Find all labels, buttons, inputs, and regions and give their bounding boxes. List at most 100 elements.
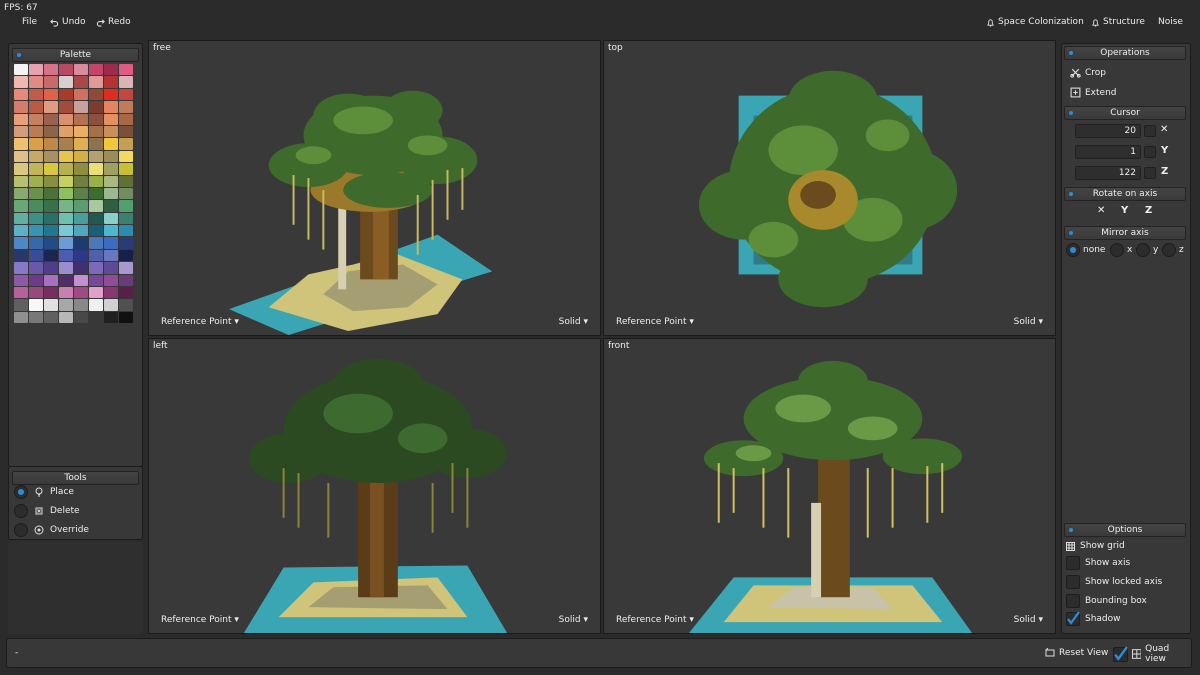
palette-swatch[interactable] [104,76,118,88]
palette-swatch[interactable] [59,150,73,163]
palette-swatch[interactable] [14,76,28,88]
palette-swatch[interactable] [119,274,133,287]
palette-swatch[interactable] [119,64,133,76]
palette-swatch[interactable] [29,113,43,125]
palette-swatch[interactable] [104,287,118,299]
palette-swatch[interactable] [44,200,58,212]
palette-swatch[interactable] [89,175,103,187]
render-mode-dropdown[interactable]: Solid ▾ [1014,317,1043,327]
palette-swatch[interactable] [89,212,103,225]
tool-override[interactable]: Override [14,523,89,537]
viewport-front[interactable]: front Reference Point ▾ Solid ▾ [603,338,1056,634]
palette-swatch[interactable] [119,287,133,299]
palette-swatch[interactable] [89,150,103,163]
bounding-box-option[interactable]: Bounding box [1066,594,1147,608]
place-radio[interactable] [14,485,28,499]
tool-place[interactable]: Place [14,485,74,499]
palette-swatch[interactable] [89,88,103,101]
mirror-none-radio[interactable] [1066,243,1080,257]
extend-button[interactable]: Extend [1070,87,1117,98]
structure-button[interactable]: Structure [1091,17,1145,27]
palette-swatch[interactable] [14,249,28,262]
palette-swatch[interactable] [89,125,103,138]
palette-swatch[interactable] [44,101,58,113]
palette-swatch[interactable] [44,125,58,138]
render-mode-dropdown[interactable]: Solid ▾ [1014,615,1043,625]
palette-swatch[interactable] [74,249,88,262]
palette-swatch[interactable] [74,150,88,163]
palette-swatch[interactable] [14,225,28,237]
palette-swatch[interactable] [29,125,43,138]
palette-swatch[interactable] [59,76,73,88]
palette-swatch[interactable] [14,163,28,175]
palette-swatch[interactable] [44,175,58,187]
palette-swatch[interactable] [59,225,73,237]
palette-swatch[interactable] [44,88,58,101]
palette-swatch[interactable] [29,274,43,287]
palette-swatch[interactable] [74,299,88,311]
palette-swatch[interactable] [74,287,88,299]
palette-swatch[interactable] [59,88,73,101]
reference-point-dropdown[interactable]: Reference Point ▾ [161,615,239,625]
palette-swatch[interactable] [29,200,43,212]
palette-swatch[interactable] [59,237,73,249]
palette-swatch[interactable] [74,262,88,274]
show-axis-option[interactable]: Show axis [1066,556,1130,570]
show-axis-checkbox[interactable] [1066,556,1080,570]
palette-swatch[interactable] [74,311,88,324]
palette-swatch[interactable] [59,113,73,125]
palette-swatch[interactable] [29,150,43,163]
palette-swatch[interactable] [119,138,133,150]
palette-swatch[interactable] [14,237,28,249]
palette-swatch[interactable] [29,212,43,225]
tool-delete[interactable]: Delete [14,504,80,518]
redo-button[interactable]: Redo [96,17,131,27]
render-mode-dropdown[interactable]: Solid ▾ [559,615,588,625]
palette-swatch[interactable] [74,274,88,287]
palette-swatch[interactable] [59,249,73,262]
palette-swatch[interactable] [14,150,28,163]
palette-swatch[interactable] [104,64,118,76]
show-locked-axis-checkbox[interactable] [1066,575,1080,589]
palette-swatch[interactable] [89,113,103,125]
palette-swatch[interactable] [44,187,58,200]
palette-swatch[interactable] [119,212,133,225]
palette-swatch[interactable] [119,113,133,125]
palette-swatch[interactable] [59,175,73,187]
palette-swatch[interactable] [29,311,43,324]
mirror-y-radio[interactable] [1136,243,1150,257]
palette-swatch[interactable] [14,88,28,101]
palette-swatch[interactable] [119,225,133,237]
palette-swatch[interactable] [14,274,28,287]
palette-swatch[interactable] [104,175,118,187]
quad-view-checkbox[interactable] [1113,645,1128,662]
palette-swatch[interactable] [119,200,133,212]
palette-swatch[interactable] [89,163,103,175]
mirror-z-option[interactable]: z [1162,243,1184,257]
palette-swatch[interactable] [104,200,118,212]
quad-view-option[interactable]: Quad view [1113,644,1191,664]
palette-swatch[interactable] [44,76,58,88]
reference-point-dropdown[interactable]: Reference Point ▾ [616,615,694,625]
palette-swatch[interactable] [74,237,88,249]
palette-swatch[interactable] [104,101,118,113]
palette-swatch[interactable] [14,64,28,76]
palette-swatch[interactable] [44,163,58,175]
palette-swatch[interactable] [14,187,28,200]
palette-swatch[interactable] [104,262,118,274]
palette-swatch[interactable] [44,249,58,262]
palette-swatch[interactable] [44,225,58,237]
palette-swatch[interactable] [104,150,118,163]
palette-swatch[interactable] [104,163,118,175]
palette-swatch[interactable] [14,311,28,324]
palette-swatch[interactable] [89,274,103,287]
cursor-z-field[interactable]: 122 [1075,166,1141,180]
palette-swatch[interactable] [74,125,88,138]
palette-swatch[interactable] [59,187,73,200]
palette-swatch[interactable] [74,225,88,237]
rotate-x-button[interactable]: ✕ [1097,205,1105,216]
palette-swatch[interactable] [14,175,28,187]
cursor-y-lock[interactable] [1144,146,1156,158]
palette-swatch[interactable] [104,138,118,150]
palette-swatch[interactable] [44,287,58,299]
